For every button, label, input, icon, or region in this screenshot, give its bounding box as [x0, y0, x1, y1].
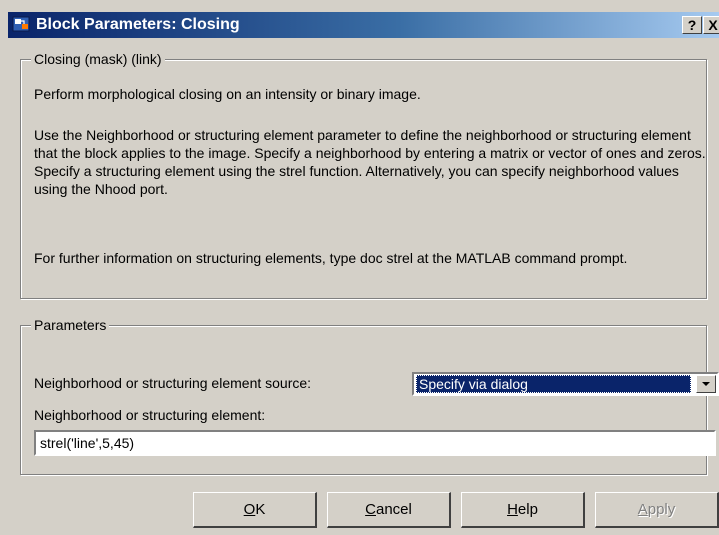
close-title-button[interactable]: X: [703, 16, 719, 34]
ok-button-label: K: [255, 500, 266, 518]
element-label: Neighborhood or structuring element:: [34, 407, 266, 423]
apply-button[interactable]: Apply: [595, 492, 719, 528]
source-dropdown-value: Specify via dialog: [416, 375, 691, 393]
apply-button-label: pply: [647, 500, 676, 518]
parameters-group: Parameters Neighborhood or structuring e…: [20, 317, 719, 475]
cancel-button[interactable]: Cancel: [327, 492, 451, 528]
dropdown-button[interactable]: [696, 375, 716, 393]
simulink-block-icon: [12, 16, 30, 32]
help-title-button[interactable]: ?: [682, 16, 702, 34]
help-button-label: elp: [517, 500, 538, 518]
ok-button[interactable]: OK: [193, 492, 317, 528]
source-dropdown[interactable]: Specify via dialog: [412, 372, 719, 396]
description-paragraph-2: Use the Neighborhood or structuring elem…: [34, 127, 706, 197]
description-line-1: Perform morphological closing on an inte…: [34, 86, 421, 102]
dialog-window: Block Parameters: Closing ? X Closing (m…: [0, 0, 719, 535]
description-group: Closing (mask) (link) Perform morphologi…: [20, 51, 707, 299]
description-group-legend: Closing (mask) (link): [31, 51, 165, 67]
apply-button-mnemonic: A: [637, 500, 648, 518]
description-paragraph-3: For further information on structuring e…: [34, 250, 628, 266]
help-button-mnemonic: H: [507, 500, 518, 518]
element-input[interactable]: [34, 430, 716, 456]
cancel-button-label: ancel: [375, 500, 412, 518]
parameters-group-legend: Parameters: [31, 317, 110, 333]
help-button[interactable]: Help: [461, 492, 585, 528]
chevron-down-icon: [702, 382, 710, 386]
cancel-button-mnemonic: C: [365, 500, 376, 518]
title-bar[interactable]: Block Parameters: Closing ? X: [8, 12, 719, 38]
source-label: Neighborhood or structuring element sour…: [34, 375, 312, 391]
window-title: Block Parameters: Closing: [36, 16, 240, 33]
ok-button-mnemonic: O: [243, 500, 256, 518]
